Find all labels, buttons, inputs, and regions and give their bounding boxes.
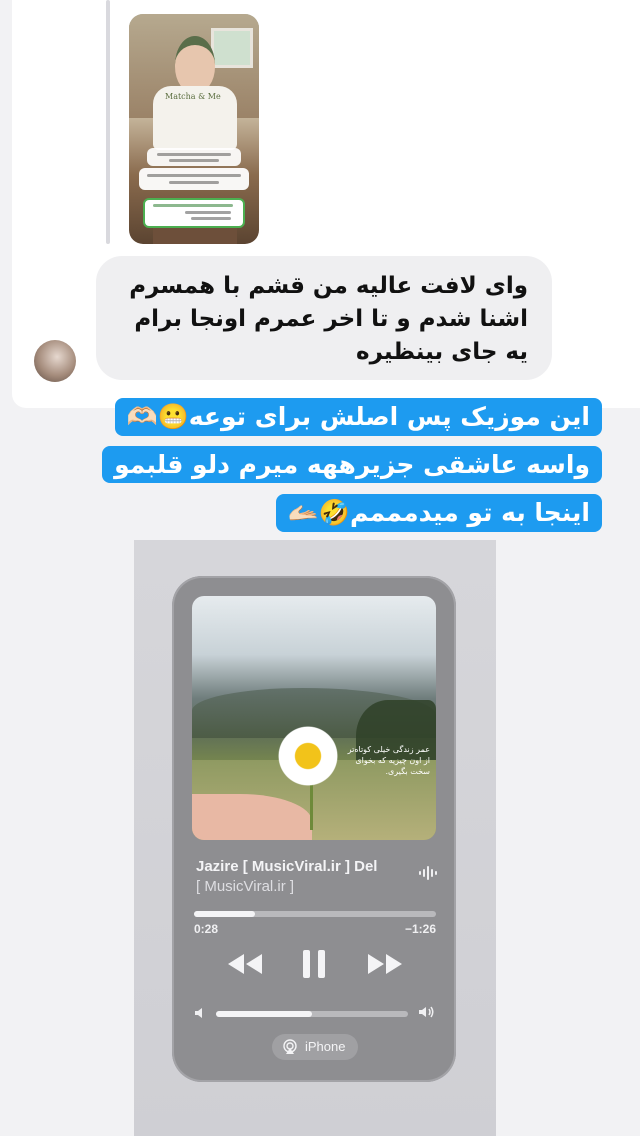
playback-progress-bar[interactable] (194, 911, 436, 917)
pause-icon[interactable] (300, 948, 328, 980)
now-playing-widget: عمر زندگی خیلی کوتاه‌تر از اون چیزیه که … (172, 576, 456, 1082)
message-bubble[interactable]: وای لافت عالیه من قشم با همسرم اشنا شدم … (96, 256, 552, 380)
story-sticker-list (143, 198, 245, 228)
song-title: Jazire [ MusicViral.ir ] Del (196, 858, 378, 875)
message-text: وای لافت عالیه من قشم با همسرم اشنا شدم … (129, 273, 528, 365)
chat-card: Matcha & Me وای لافت عالیه من قشم با همس… (12, 0, 640, 408)
volume-slider-fill (216, 1011, 312, 1017)
caption-line-2: واسه عاشقی جزیرههه میرم دلو قلبمو (102, 446, 602, 483)
story-thumbnail[interactable]: Matcha & Me (129, 14, 259, 244)
story-sticker-question (147, 148, 241, 166)
rewind-icon[interactable] (226, 948, 264, 980)
story-window (211, 28, 253, 68)
caption-line-3: اینجا به تو میدمممم🤣🫴🏻 (275, 494, 602, 532)
output-device-label: iPhone (305, 1039, 346, 1054)
caption-line-1: این موزیک پس اصلش برای توعه😬🫶🏻 (114, 398, 602, 436)
artwork-daisy (276, 724, 340, 788)
user-avatar-icon[interactable] (34, 340, 76, 382)
time-remaining: −1:26 (404, 922, 436, 936)
story-sticker-answer (139, 168, 249, 190)
playback-progress-fill (194, 911, 255, 917)
reply-indicator-bar (106, 0, 110, 244)
artwork-caption: عمر زندگی خیلی کوتاه‌تر از اون چیزیه که … (347, 745, 430, 776)
caption-overlay: این موزیک پس اصلش برای توعه😬🫶🏻 واسه عاشق… (36, 396, 602, 540)
volume-low-icon (195, 1008, 202, 1018)
story-shirt-text: Matcha & Me (165, 92, 221, 101)
fast-forward-icon[interactable] (366, 948, 404, 980)
airplay-output-button[interactable]: iPhone (272, 1034, 358, 1060)
volume-high-icon (419, 1006, 434, 1018)
time-elapsed: 0:28 (194, 922, 219, 936)
album-artwork: عمر زندگی خیلی کوتاه‌تر از اون چیزیه که … (192, 596, 436, 840)
volume-slider[interactable] (216, 1011, 408, 1017)
story-person-head (175, 36, 215, 93)
song-artist: [ MusicViral.ir ] (196, 878, 295, 895)
airplay-icon (283, 1039, 297, 1054)
audio-wave-icon (419, 866, 437, 880)
